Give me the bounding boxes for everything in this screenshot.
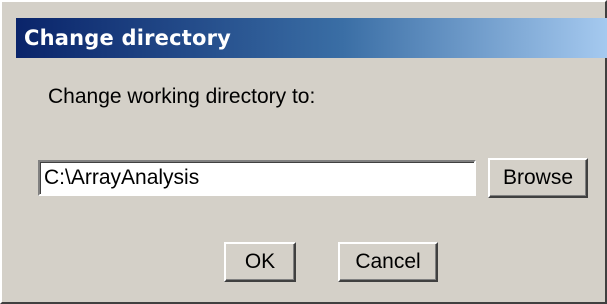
directory-path-input[interactable] [38,160,476,196]
ok-button[interactable]: OK [224,242,296,282]
prompt-label: Change working directory to: [48,85,316,108]
change-directory-dialog: Change directory Change working director… [0,0,607,304]
title-bar[interactable]: Change directory [16,18,607,58]
browse-button[interactable]: Browse [488,158,588,198]
cancel-button[interactable]: Cancel [338,242,438,282]
dialog-title: Change directory [24,26,232,50]
